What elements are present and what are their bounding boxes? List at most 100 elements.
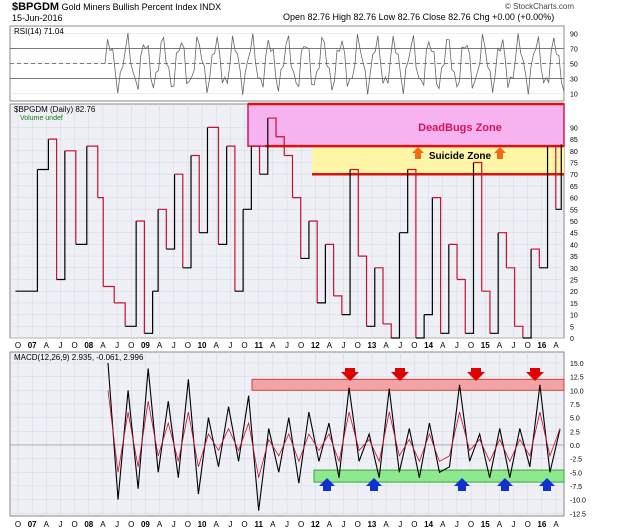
x-tick-label: O — [185, 341, 191, 350]
x-tick-label: 08 — [84, 341, 93, 350]
x-tick-label: 12 — [311, 520, 320, 529]
x-tick-label: J — [342, 520, 346, 529]
x-tick-label: O — [355, 520, 361, 529]
y-tick-label: 50 — [570, 219, 578, 226]
x-tick-label: A — [270, 520, 276, 529]
x-tick-label: J — [115, 341, 119, 350]
symbol: $BPGDM — [12, 1, 60, 13]
y-tick-label: 65 — [570, 184, 578, 191]
y-tick-label: 7.5 — [570, 402, 580, 409]
x-tick-label: O — [15, 341, 21, 350]
x-tick-label: A — [157, 341, 163, 350]
y-tick-label: 45 — [570, 231, 578, 238]
x-tick-label: A — [497, 341, 503, 350]
index-name: Gold Miners Bullish Percent Index — [61, 2, 198, 12]
x-tick-label: A — [157, 520, 163, 529]
y-tick-label: 20 — [570, 289, 578, 296]
y-tick-label: 55 — [570, 207, 578, 214]
x-tick-label: J — [285, 341, 289, 350]
x-tick-label: A — [44, 341, 50, 350]
y-tick-label: 30 — [570, 266, 578, 273]
x-tick-label: O — [72, 520, 78, 529]
credit-label: © StockCharts.com — [505, 2, 575, 11]
x-tick-label: J — [115, 520, 119, 529]
x-tick-label: J — [172, 520, 176, 529]
chart-canvas: 10 30 50 70 90 0 5 10 15 20 25 30 35 40 45 50 55 60 65 70 75… — [9, 25, 586, 529]
x-tick-label: O — [298, 341, 304, 350]
y-tick-label: 60 — [570, 196, 578, 203]
x-tick-label: A — [383, 341, 389, 350]
rsi-label: RSI(14) 71.04 — [14, 27, 64, 36]
y-tick-label: 80 — [570, 149, 578, 156]
x-tick-label: O — [298, 520, 304, 529]
deadbugs-zone — [247, 103, 565, 147]
exchange: INDX — [199, 2, 222, 12]
y-tick-label: 90 — [570, 32, 578, 39]
y-tick-label: 85 — [570, 137, 578, 144]
x-tick-label: 10 — [198, 341, 207, 350]
price-label: $BPGDM (Daily) 82.76 — [14, 105, 96, 114]
y-tick-label: 70 — [570, 172, 578, 179]
y-tick-label: -5.0 — [570, 470, 582, 477]
date-label: 15-Jun-2016 — [12, 13, 63, 23]
y-tick-label: 35 — [570, 254, 578, 261]
x-tick-label: 12 — [311, 341, 320, 350]
x-tick-label: O — [128, 520, 134, 529]
y-tick-label: 30 — [570, 77, 578, 84]
y-tick-label: 0 — [570, 336, 574, 343]
x-tick-label: 07 — [28, 341, 37, 350]
x-tick-label: 09 — [141, 520, 150, 529]
x-tick-label: O — [15, 520, 21, 529]
x-tick-label: 10 — [198, 520, 207, 529]
y-tick-label: 75 — [570, 161, 578, 168]
x-tick-label: A — [440, 341, 446, 350]
y-tick-label: 5.0 — [570, 416, 580, 423]
y-tick-label: -7.5 — [570, 484, 582, 491]
x-tick-label: O — [525, 341, 531, 350]
y-tick-label: 10.0 — [570, 388, 584, 395]
x-tick-label: 14 — [424, 520, 433, 529]
x-tick-label: O — [241, 341, 247, 350]
macd-upper-zone — [251, 378, 565, 391]
y-tick-label: 12.5 — [570, 375, 584, 382]
x-tick-label: 16 — [537, 341, 546, 350]
x-tick-label: A — [440, 520, 446, 529]
y-tick-label: 70 — [570, 47, 578, 54]
x-tick-label: O — [468, 520, 474, 529]
x-tick-label: A — [270, 341, 276, 350]
y-tick-label: -10.0 — [570, 498, 586, 505]
x-tick-label: O — [128, 341, 134, 350]
x-tick-label: J — [58, 341, 62, 350]
macd-label: MACD(12,26,9) 2.935, -0.061, 2.996 — [14, 353, 144, 362]
symbol-title: $BPGDM Gold Miners Bullish Percent Index… — [12, 1, 221, 13]
x-tick-label: A — [327, 341, 333, 350]
x-tick-label: 11 — [254, 520, 263, 529]
y-tick-label: 5 — [570, 324, 574, 331]
x-tick-label: J — [285, 520, 289, 529]
x-tick-label: 08 — [84, 520, 93, 529]
x-tick-label: A — [100, 520, 106, 529]
volume-label: Volume undef — [20, 115, 63, 122]
x-tick-label: 16 — [537, 520, 546, 529]
x-tick-label: 15 — [481, 341, 490, 350]
x-tick-label: J — [342, 341, 346, 350]
quote-line: Open 82.76 High 82.76 Low 82.76 Close 82… — [283, 12, 555, 22]
y-tick-label: 10 — [570, 92, 578, 99]
x-tick-label: 11 — [254, 341, 263, 350]
y-tick-label: 15 — [570, 301, 578, 308]
y-tick-label: -2.5 — [570, 457, 582, 464]
y-tick-label: 0.0 — [570, 443, 580, 450]
x-tick-label: 07 — [28, 520, 37, 529]
x-tick-label: O — [72, 341, 78, 350]
x-tick-label: 15 — [481, 520, 490, 529]
x-tick-label: J — [58, 520, 62, 529]
y-tick-label: 50 — [570, 62, 578, 69]
deadbugs-zone-label: DeadBugs Zone — [418, 122, 502, 134]
x-tick-label: J — [228, 341, 232, 350]
x-tick-label: J — [512, 341, 516, 350]
x-tick-label: J — [398, 341, 402, 350]
x-tick-label: A — [100, 341, 106, 350]
x-tick-label: A — [553, 341, 559, 350]
x-tick-label: O — [525, 520, 531, 529]
x-tick-label: A — [214, 341, 220, 350]
